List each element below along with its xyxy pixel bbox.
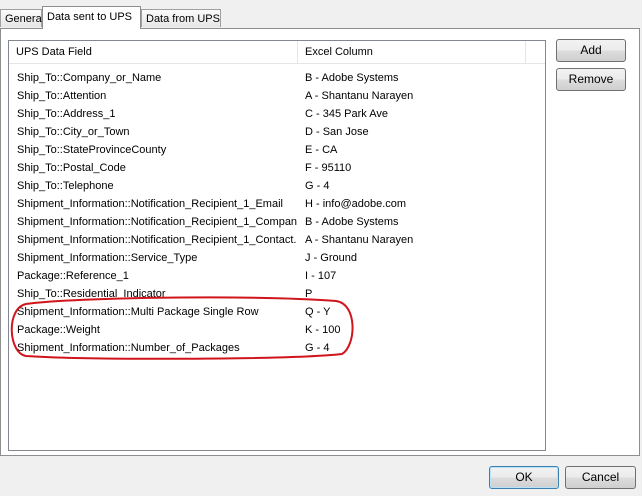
ups-field-cell: Ship_To::Address_1	[17, 108, 116, 120]
ups-field-cell: Shipment_Information::Notification_Recip…	[17, 234, 297, 246]
list-header: UPS Data Field Excel Column	[9, 41, 545, 64]
ok-button[interactable]: OK	[489, 466, 559, 489]
column-header-excel-column[interactable]: Excel Column	[298, 41, 524, 63]
excel-column-cell: G - 4	[305, 180, 330, 192]
table-row[interactable]: Ship_To::Company_or_Name B - Adobe System…	[9, 69, 545, 87]
excel-column-cell: G - 4	[305, 342, 330, 354]
excel-column-cell: H - info@adobe.com	[305, 198, 407, 210]
cancel-button[interactable]: Cancel	[565, 466, 636, 489]
ups-field-cell: Ship_To::City_or_Town	[17, 126, 130, 138]
table-row[interactable]: Ship_To::Postal_Code F - 95110	[9, 159, 545, 177]
table-row[interactable]: Package::Reference_1 I - 107	[9, 267, 545, 285]
ups-field-cell: Ship_To::Residential_Indicator	[17, 288, 166, 300]
table-row[interactable]: Shipment_Information::Service_Type J - Gr…	[9, 249, 545, 267]
excel-column-cell: E - CA	[305, 144, 338, 156]
ups-field-cell: Shipment_Information::Number_of_Packages	[17, 342, 240, 354]
remove-button[interactable]: Remove	[556, 68, 626, 91]
table-row[interactable]: Ship_To::Residential_Indicator P	[9, 285, 545, 303]
table-row[interactable]: Ship_To::StateProvinceCounty E - CA	[9, 141, 545, 159]
table-row[interactable]: Shipment_Information::Number_of_Packages…	[9, 339, 545, 357]
table-row[interactable]: Ship_To::Address_1 C - 345 Park Ave	[9, 105, 545, 123]
tab-panel: UPS Data Field Excel Column Ship_To::Com…	[0, 28, 640, 456]
tab-label: General	[5, 13, 45, 25]
column-header-ups-data-field[interactable]: UPS Data Field	[9, 41, 297, 63]
ups-field-cell: Shipment_Information::Service_Type	[17, 252, 198, 264]
tab-label: Data from UPS	[146, 13, 220, 25]
column-divider[interactable]	[525, 41, 526, 63]
ups-field-cell: Package::Reference_1	[17, 270, 129, 282]
tab-data-from-ups[interactable]: Data from UPS	[141, 9, 221, 27]
table-row[interactable]: Shipment_Information::Multi Package Sing…	[9, 303, 545, 321]
table-row[interactable]: Package::Weight K - 100	[9, 321, 545, 339]
add-button[interactable]: Add	[556, 39, 626, 62]
ups-field-cell: Package::Weight	[17, 324, 100, 336]
ups-field-cell: Ship_To::StateProvinceCounty	[17, 144, 167, 156]
excel-column-cell: I - 107	[305, 270, 337, 282]
ups-field-cell: Ship_To::Telephone	[17, 180, 114, 192]
field-mapping-list[interactable]: UPS Data Field Excel Column Ship_To::Com…	[8, 40, 546, 451]
excel-column-cell: B - Adobe Systems	[305, 72, 399, 84]
excel-column-cell: B - Adobe Systems	[305, 216, 399, 228]
excel-column-cell: P	[305, 288, 313, 300]
tab-general[interactable]: General	[0, 9, 45, 27]
ups-field-cell: Ship_To::Company_or_Name	[17, 72, 162, 84]
tab-data-sent-to-ups[interactable]: Data sent to UPS	[42, 6, 141, 29]
list-rows: Ship_To::Company_or_NameB - Adobe System…	[9, 69, 545, 357]
excel-column-cell: Q - Y	[305, 306, 331, 318]
table-row[interactable]: Shipment_Information::Notification_Recip…	[9, 213, 545, 231]
table-row[interactable]: Ship_To::Attention A - Shantanu Narayen	[9, 87, 545, 105]
excel-column-cell: C - 345 Park Ave	[305, 108, 388, 120]
ups-field-cell: Ship_To::Postal_Code	[17, 162, 126, 174]
tab-bar: General Data sent to UPS Data from UPS	[0, 0, 642, 29]
ups-field-cell: Shipment_Information::Notification_Recip…	[17, 198, 283, 210]
excel-column-cell: D - San Jose	[305, 126, 369, 138]
excel-column-cell: A - Shantanu Narayen	[305, 90, 414, 102]
table-row[interactable]: Shipment_Information::Notification_Recip…	[9, 231, 545, 249]
tab-label: Data sent to UPS	[47, 11, 132, 23]
excel-column-cell: K - 100	[305, 324, 341, 336]
excel-column-cell: J - Ground	[305, 252, 357, 264]
ups-field-cell: Shipment_Information::Notification_Recip…	[17, 216, 297, 228]
excel-column-cell: F - 95110	[305, 162, 352, 174]
table-row[interactable]: Shipment_Information::Notification_Recip…	[9, 195, 545, 213]
excel-column-cell: A - Shantanu Narayen	[305, 234, 414, 246]
ups-field-cell: Shipment_Information::Multi Package Sing…	[17, 306, 259, 318]
table-row[interactable]: Ship_To::Telephone G - 4	[9, 177, 545, 195]
ups-field-cell: Ship_To::Attention	[17, 90, 107, 102]
table-row[interactable]: Ship_To::City_or_Town D - San Jose	[9, 123, 545, 141]
